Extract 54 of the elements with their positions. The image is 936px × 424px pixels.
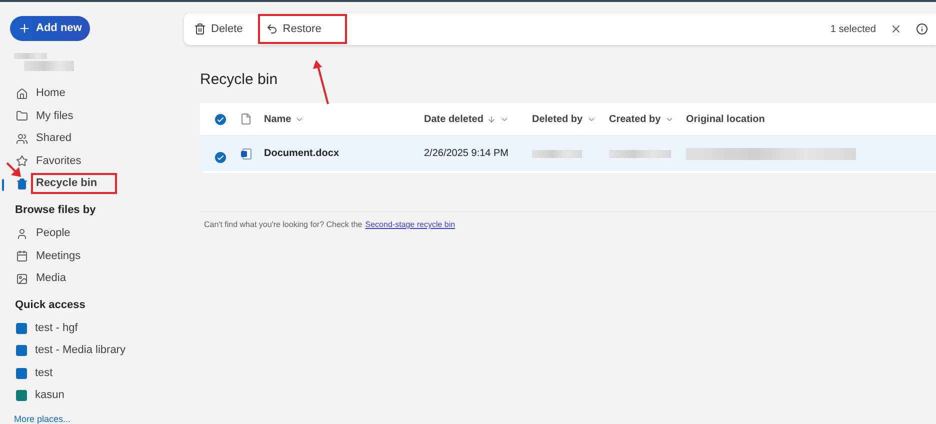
plus-icon bbox=[18, 22, 31, 35]
people-icon bbox=[16, 132, 28, 145]
column-header[interactable]: Date deleted bbox=[424, 114, 532, 124]
trash-icon bbox=[16, 178, 28, 190]
checkbox[interactable] bbox=[214, 152, 226, 163]
info-button[interactable] bbox=[916, 23, 928, 35]
redacted-block bbox=[609, 150, 671, 158]
second-stage-link[interactable]: Second-stage recycle bin bbox=[365, 220, 456, 229]
person-icon bbox=[16, 228, 28, 240]
more-places-link[interactable]: More places... bbox=[10, 407, 184, 424]
nav-item[interactable]: Meetings bbox=[10, 244, 184, 268]
delete-button[interactable]: Delete bbox=[194, 17, 250, 41]
nav-item[interactable]: test - hgf bbox=[10, 316, 184, 340]
nav-item[interactable]: Favorites bbox=[10, 150, 184, 173]
nav-item[interactable]: My files bbox=[10, 105, 184, 128]
section-heading: Quick access bbox=[14, 298, 86, 313]
column-header[interactable]: Original location bbox=[686, 114, 806, 124]
date-deleted: 2/26/2025 9:14 PM bbox=[424, 148, 509, 159]
annotation-arrow bbox=[6, 162, 22, 178]
add-new-button[interactable]: Add new bbox=[10, 16, 90, 40]
folder-icon bbox=[16, 110, 28, 122]
home-icon bbox=[16, 88, 28, 100]
redacted-block bbox=[532, 150, 582, 158]
nav-item[interactable]: Home bbox=[10, 82, 184, 106]
column-header[interactable]: Created by bbox=[609, 114, 686, 124]
nav-item[interactable]: test - Media library bbox=[10, 339, 184, 362]
column-header[interactable]: Name bbox=[264, 114, 424, 124]
selection-count: 1 selected bbox=[830, 24, 876, 34]
nav-item[interactable]: kasun bbox=[10, 384, 184, 408]
table-row[interactable]: Document.docx 2/26/2025 9:14 PM bbox=[200, 136, 936, 171]
nav-item[interactable]: Shared bbox=[10, 128, 184, 150]
section-heading: Browse files by bbox=[14, 203, 97, 218]
nav-item[interactable]: Recycle bin bbox=[10, 172, 184, 196]
annotation-arrow bbox=[312, 60, 332, 106]
page-title: Recycle bin bbox=[200, 71, 279, 88]
undo-icon bbox=[266, 23, 278, 35]
nav-item[interactable]: test bbox=[10, 362, 184, 385]
star-icon bbox=[16, 155, 28, 168]
file-type-icon bbox=[240, 113, 252, 125]
redacted-block bbox=[24, 60, 74, 70]
column-header[interactable]: Deleted by bbox=[532, 114, 609, 124]
trash-icon bbox=[194, 23, 206, 35]
image-icon bbox=[16, 272, 28, 285]
close-button[interactable] bbox=[890, 23, 902, 35]
sort-arrow-icon bbox=[487, 114, 496, 124]
footer-text: Can't find what you're looking for? Check the bbox=[204, 220, 362, 229]
file-name[interactable]: Document.docx bbox=[264, 148, 340, 159]
checkbox[interactable] bbox=[214, 114, 226, 124]
nav-item[interactable]: Media bbox=[10, 267, 184, 290]
nav-item[interactable]: People bbox=[10, 222, 184, 245]
redacted-block bbox=[14, 52, 47, 58]
restore-button[interactable]: Restore bbox=[258, 14, 348, 44]
calendar-icon bbox=[16, 250, 28, 262]
word-document-icon bbox=[240, 148, 252, 160]
